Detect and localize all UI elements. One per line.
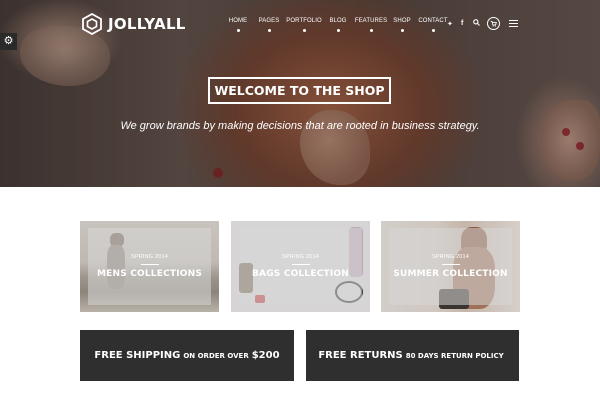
settings-gear-icon[interactable]: ⚙ <box>0 33 17 50</box>
main-nav: HOME PAGES PORTFOLIO BLOG FEATURES SHOP … <box>226 18 449 32</box>
card-season-label: SPRING 2014 <box>431 254 470 260</box>
nav-shop[interactable]: SHOP <box>392 18 412 32</box>
cart-icon[interactable] <box>487 17 500 30</box>
free-returns-banner[interactable]: FREE RETURNS 80 DAYS RETURN POLICY <box>306 330 519 381</box>
promo-heading: FREE SHIPPING <box>94 350 181 361</box>
nav-features[interactable]: FEATURES <box>353 18 389 32</box>
twitter-icon[interactable]: ✦ <box>447 20 461 28</box>
nav-portfolio[interactable]: PORTFOLIO <box>286 18 322 32</box>
nav-shop-label: SHOP <box>393 18 411 24</box>
card-overlay <box>389 228 512 305</box>
promo-amount: $200 <box>251 350 280 361</box>
card-divider <box>441 264 460 265</box>
header-icons: ✦ f <box>447 17 518 30</box>
card-divider <box>291 264 310 265</box>
free-shipping-banner[interactable]: FREE SHIPPING ON ORDER OVER $200 <box>80 330 294 381</box>
nav-pages-label: PAGES <box>258 18 280 24</box>
nav-portfolio-label: PORTFOLIO <box>286 18 322 24</box>
facebook-icon[interactable]: f <box>461 20 473 27</box>
summer-collection-card[interactable]: SPRING 2014 SUMMER COLLECTION <box>381 221 520 312</box>
hexagon-logo-icon <box>82 13 102 35</box>
card-title: SUMMER COLLECTION <box>393 269 508 279</box>
nav-home-label: HOME <box>228 18 248 24</box>
promo-heading: FREE RETURNS <box>318 350 403 361</box>
logo[interactable]: JOLLYALL <box>82 13 186 35</box>
card-title: MENS COLLECTIONS <box>96 269 203 279</box>
card-overlay <box>88 228 211 305</box>
card-title: BAGS COLLECTION <box>252 269 349 279</box>
nav-blog[interactable]: BLOG <box>327 18 349 32</box>
promo-detail: 80 DAYS RETURN POLICY <box>405 351 504 360</box>
nav-blog-label: BLOG <box>329 18 347 24</box>
hero-title[interactable]: WELCOME TO THE SHOP <box>208 77 391 104</box>
hero-banner: ⚙ JOLLYALL HOME PAGES PORTFOLIO BLOG FEA… <box>0 0 600 187</box>
bags-collection-card[interactable]: SPRING 2014 BAGS COLLECTION <box>231 221 370 312</box>
card-divider <box>140 264 159 265</box>
nav-features-label: FEATURES <box>354 18 388 24</box>
nav-home[interactable]: HOME <box>226 18 250 32</box>
logo-text: JOLLYALL <box>108 15 186 33</box>
card-season-label: SPRING 2014 <box>130 254 169 260</box>
mens-collection-card[interactable]: SPRING 2014 MENS COLLECTIONS <box>80 221 219 312</box>
card-overlay <box>239 228 362 305</box>
card-season-label: SPRING 2014 <box>281 254 320 260</box>
nav-pages[interactable]: PAGES <box>255 18 283 32</box>
nav-contact-label: CONTACT <box>418 18 448 24</box>
nav-contact[interactable]: CONTACT <box>417 18 449 32</box>
hero-subtitle: We grow brands by making decisions that … <box>120 120 480 132</box>
search-icon[interactable] <box>473 19 487 28</box>
menu-icon[interactable] <box>509 18 518 29</box>
promo-detail: ON ORDER OVER <box>183 351 249 360</box>
